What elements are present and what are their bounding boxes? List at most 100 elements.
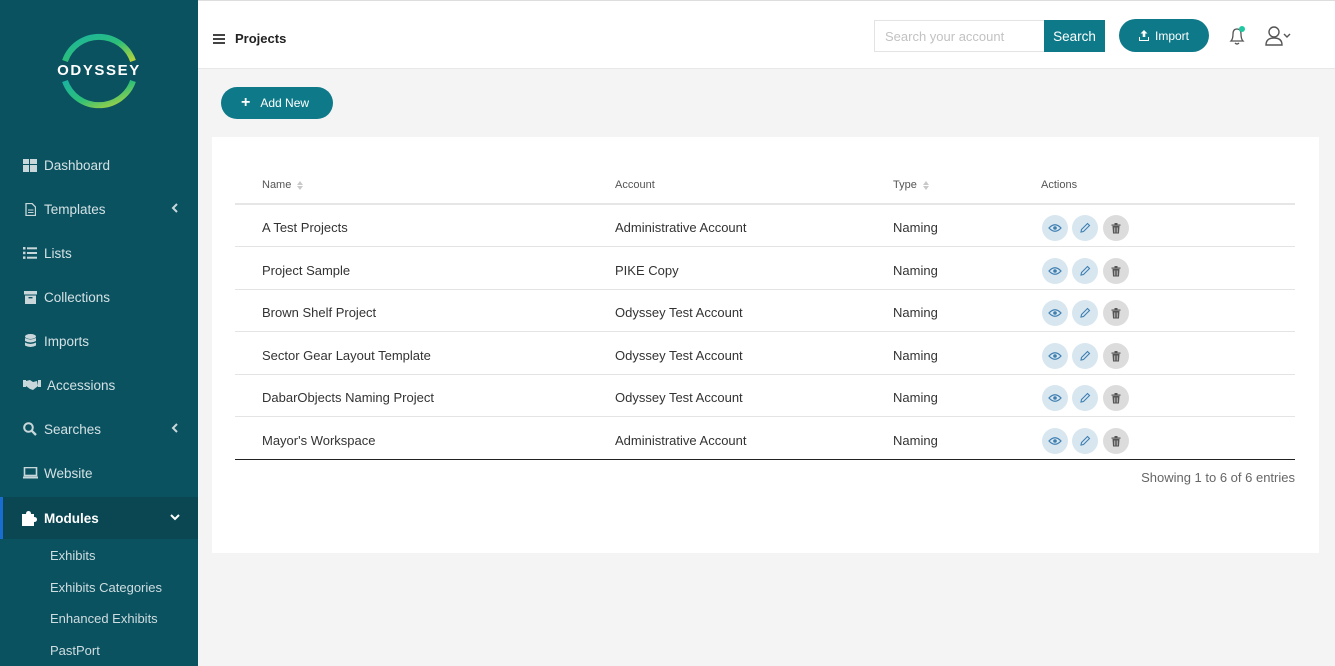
cell-account: PIKE Copy (615, 263, 679, 278)
edit-button[interactable] (1072, 300, 1098, 326)
sidebar-item-website[interactable]: Website (0, 451, 198, 495)
sort-icon[interactable] (922, 180, 929, 190)
edit-button[interactable] (1072, 343, 1098, 369)
view-button[interactable] (1042, 343, 1068, 369)
import-label: Import (1154, 28, 1189, 43)
eye-icon (1048, 437, 1062, 445)
top-header: Projects Search Import (198, 0, 1335, 69)
search-input[interactable] (874, 20, 1044, 52)
edit-button[interactable] (1072, 385, 1098, 411)
delete-button[interactable] (1103, 300, 1129, 326)
sidebar-item-imports[interactable]: Imports (0, 319, 198, 363)
sidebar-item-label: Accessions (47, 377, 116, 393)
trash-icon (1111, 265, 1121, 276)
table-row: Project Sample PIKE Copy Naming (235, 248, 1295, 290)
cell-name: Sector Gear Layout Template (262, 348, 431, 363)
table-row: DabarObjects Naming Project Odyssey Test… (235, 375, 1295, 417)
add-new-button[interactable]: + Add New (221, 87, 333, 119)
view-button[interactable] (1042, 258, 1068, 284)
cell-account: Odyssey Test Account (615, 305, 743, 320)
chevron-down-icon (170, 514, 180, 521)
delete-button[interactable] (1103, 258, 1129, 284)
edit-button[interactable] (1072, 428, 1098, 454)
sidebar-item-label: Lists (44, 245, 72, 261)
pencil-icon (1080, 392, 1091, 403)
projects-table: Name Account Type Actions A Test Project… (212, 137, 1319, 553)
page-title: Projects (235, 31, 287, 46)
cell-type: Naming (893, 263, 938, 278)
cell-name: Brown Shelf Project (262, 305, 377, 320)
view-button[interactable] (1042, 385, 1068, 411)
view-button[interactable] (1042, 300, 1068, 326)
laptop-icon (22, 465, 38, 481)
cell-type: Naming (893, 433, 938, 448)
add-new-label: Add New (260, 96, 310, 110)
trash-icon (1111, 350, 1121, 361)
plus-icon: + (241, 94, 251, 111)
delete-button[interactable] (1103, 428, 1129, 454)
trash-icon (1111, 392, 1121, 403)
table-row: Mayor's Workspace Administrative Account… (235, 418, 1295, 460)
sidebar-item-templates[interactable]: Templates (0, 187, 198, 231)
upload-icon (1138, 30, 1149, 41)
view-button[interactable] (1042, 215, 1068, 241)
eye-icon (1048, 309, 1062, 317)
sidebar-item-collections[interactable]: Collections (0, 275, 198, 319)
sidebar-item-accessions[interactable]: Accessions (0, 363, 198, 407)
edit-button[interactable] (1072, 215, 1098, 241)
cell-account: Administrative Account (615, 433, 747, 448)
user-menu[interactable] (1265, 25, 1295, 47)
notification-bell-icon[interactable] (1227, 25, 1247, 47)
pencil-icon (1080, 265, 1091, 276)
cell-account: Administrative Account (615, 220, 747, 235)
view-button[interactable] (1042, 428, 1068, 454)
chevron-left-icon (171, 423, 178, 433)
menu-toggle-icon[interactable] (213, 34, 225, 44)
puzzle-icon (22, 510, 38, 526)
cell-account: Odyssey Test Account (615, 390, 743, 405)
table-row: Sector Gear Layout Template Odyssey Test… (235, 333, 1295, 375)
sidebar-item-label: Modules (44, 510, 99, 526)
submenu-item-pastport[interactable]: PastPort (50, 643, 100, 658)
submenu-item-exhibits-categories[interactable]: Exhibits Categories (50, 580, 162, 595)
delete-button[interactable] (1103, 215, 1129, 241)
column-header-account: Account (615, 179, 655, 191)
cell-type: Naming (893, 305, 938, 320)
eye-icon (1048, 352, 1062, 360)
delete-button[interactable] (1103, 385, 1129, 411)
import-button[interactable]: Import (1119, 19, 1209, 52)
trash-icon (1111, 222, 1121, 233)
sidebar-item-label: Searches (44, 421, 102, 437)
handshake-icon (22, 377, 41, 393)
column-header-name[interactable]: Name (262, 179, 304, 191)
user-icon (1265, 26, 1291, 46)
odyssey-logo[interactable]: ODYSSEY (56, 28, 142, 114)
edit-button[interactable] (1072, 258, 1098, 284)
pencil-icon (1080, 307, 1091, 318)
submenu-item-exhibits[interactable]: Exhibits (50, 548, 96, 563)
eye-icon (1048, 224, 1062, 232)
table-row: A Test Projects Administrative Account N… (235, 205, 1295, 247)
sidebar-item-label: Website (44, 465, 93, 481)
sidebar-item-modules[interactable]: Modules (0, 497, 198, 539)
column-header-type[interactable]: Type (893, 179, 929, 191)
cell-type: Naming (893, 348, 938, 363)
list-icon (22, 245, 38, 261)
sidebar-item-searches[interactable]: Searches (0, 407, 198, 451)
cell-type: Naming (893, 390, 938, 405)
delete-button[interactable] (1103, 343, 1129, 369)
archive-icon (22, 289, 38, 305)
cell-name: A Test Projects (262, 220, 348, 235)
sidebar-item-dashboard[interactable]: Dashboard (0, 143, 198, 187)
cell-account: Odyssey Test Account (615, 348, 743, 363)
cell-type: Naming (893, 220, 938, 235)
submenu-item-enhanced-exhibits[interactable]: Enhanced Exhibits (50, 611, 158, 626)
sort-icon[interactable] (297, 180, 304, 190)
cell-name: Project Sample (262, 263, 351, 278)
search-button[interactable]: Search (1044, 20, 1105, 52)
file-icon (22, 201, 38, 217)
sidebar-item-label: Dashboard (44, 157, 111, 173)
sidebar-item-lists[interactable]: Lists (0, 231, 198, 275)
eye-icon (1048, 394, 1062, 402)
sidebar-item-label: Templates (44, 201, 106, 217)
